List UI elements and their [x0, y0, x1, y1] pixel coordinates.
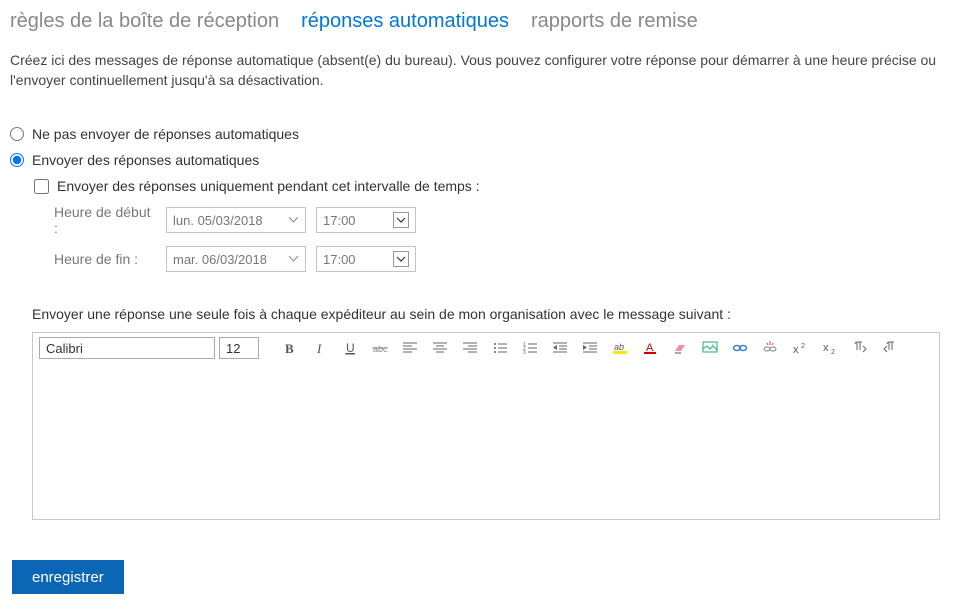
svg-text:x: x — [823, 342, 829, 354]
start-time-label: Heure de début : — [54, 204, 156, 236]
interval-checkbox[interactable] — [34, 179, 49, 194]
end-time-row: Heure de fin : mar. 06/03/2018 17:00 — [54, 246, 967, 272]
svg-text:ab: ab — [614, 342, 624, 352]
font-family-value: Calibri — [46, 341, 83, 356]
tab-auto-replies[interactable]: réponses automatiques — [301, 10, 509, 33]
save-button[interactable]: enregistrer — [12, 560, 124, 594]
insert-image-button[interactable] — [697, 337, 723, 359]
bold-button[interactable]: B — [277, 337, 303, 359]
align-right-button[interactable] — [457, 337, 483, 359]
svg-text:I: I — [316, 341, 322, 355]
settings-tabs: règles de la boîte de réception réponses… — [10, 10, 967, 33]
svg-text:abc: abc — [373, 344, 388, 354]
svg-text:x: x — [793, 344, 799, 355]
svg-text:2: 2 — [801, 343, 805, 350]
underline-button[interactable]: U — [337, 337, 363, 359]
link-button[interactable] — [727, 337, 753, 359]
outdent-button[interactable] — [547, 337, 573, 359]
align-left-button[interactable] — [397, 337, 423, 359]
radio-send-label: Envoyer des réponses automatiques — [32, 152, 259, 168]
radio-dont-send-row: Ne pas envoyer de réponses automatiques — [10, 126, 967, 142]
start-date-value: lun. 05/03/2018 — [173, 213, 263, 228]
radio-send[interactable] — [10, 153, 24, 167]
unlink-button[interactable] — [757, 337, 783, 359]
chevron-down-icon — [287, 253, 299, 265]
italic-button[interactable]: I — [307, 337, 333, 359]
superscript-button[interactable]: x2 — [787, 337, 813, 359]
svg-text:3: 3 — [523, 350, 526, 354]
editor-toolbar: Calibri 12 B I U abc 123 ab A x2 x2 — [33, 333, 939, 363]
page-description: Créez ici des messages de réponse automa… — [10, 51, 940, 90]
bullet-list-button[interactable] — [487, 337, 513, 359]
start-time-value: 17:00 — [323, 213, 356, 228]
start-time-row: Heure de début : lun. 05/03/2018 17:00 — [54, 204, 967, 236]
rtl-button[interactable] — [877, 337, 903, 359]
clear-formatting-button[interactable] — [667, 337, 693, 359]
radio-dont-send-label: Ne pas envoyer de réponses automatiques — [32, 126, 299, 142]
radio-dont-send[interactable] — [10, 127, 24, 141]
end-time-value: 17:00 — [323, 252, 356, 267]
svg-text:B: B — [285, 341, 294, 355]
radio-send-row: Envoyer des réponses automatiques — [10, 152, 967, 168]
end-date-select[interactable]: mar. 06/03/2018 — [166, 246, 306, 272]
interval-checkbox-label: Envoyer des réponses uniquement pendant … — [57, 178, 480, 194]
subscript-button[interactable]: x2 — [817, 337, 843, 359]
end-time-select[interactable]: 17:00 — [316, 246, 416, 272]
tab-inbox-rules[interactable]: règles de la boîte de réception — [10, 10, 279, 33]
numbered-list-button[interactable]: 123 — [517, 337, 543, 359]
rich-text-editor: Calibri 12 B I U abc 123 ab A x2 x2 — [32, 332, 940, 520]
align-center-button[interactable] — [427, 337, 453, 359]
chevron-down-icon — [287, 214, 299, 226]
message-textarea[interactable] — [33, 363, 939, 519]
font-size-value: 12 — [226, 341, 240, 356]
ltr-button[interactable] — [847, 337, 873, 359]
strikethrough-button[interactable]: abc — [367, 337, 393, 359]
highlight-button[interactable]: ab — [607, 337, 633, 359]
svg-text:U: U — [346, 341, 355, 355]
tab-delivery-reports[interactable]: rapports de remise — [531, 10, 698, 33]
start-time-select[interactable]: 17:00 — [316, 207, 416, 233]
font-family-select[interactable]: Calibri — [39, 337, 215, 359]
message-section-label: Envoyer une réponse une seule fois à cha… — [32, 306, 967, 322]
font-color-button[interactable]: A — [637, 337, 663, 359]
font-size-select[interactable]: 12 — [219, 337, 259, 359]
end-time-label: Heure de fin : — [54, 251, 156, 267]
chevron-down-icon — [393, 251, 409, 267]
indent-button[interactable] — [577, 337, 603, 359]
interval-check-row: Envoyer des réponses uniquement pendant … — [34, 178, 967, 194]
chevron-down-icon — [393, 212, 409, 228]
start-date-select[interactable]: lun. 05/03/2018 — [166, 207, 306, 233]
end-date-value: mar. 06/03/2018 — [173, 252, 267, 267]
svg-text:2: 2 — [831, 349, 835, 355]
